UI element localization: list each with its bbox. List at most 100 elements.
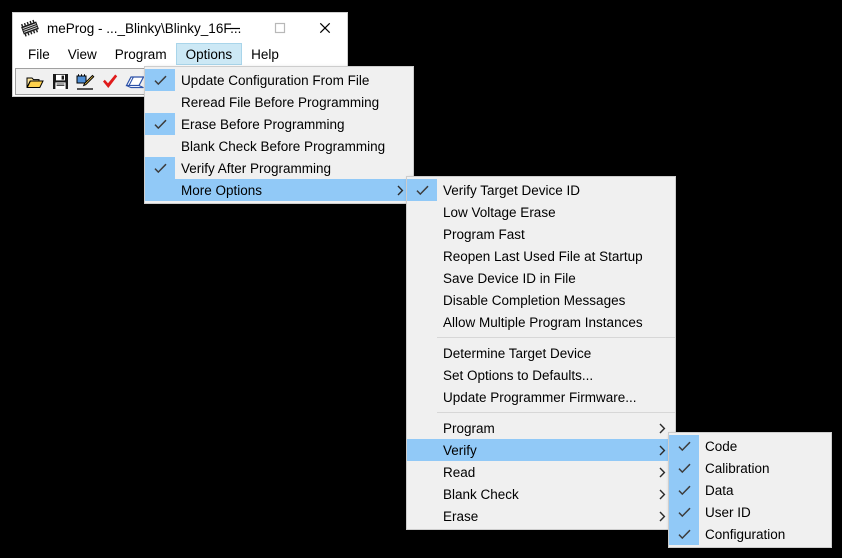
menubar-item-view[interactable]: View [59,43,106,65]
menu-item-verify-after-programming[interactable]: Verify After Programming [145,157,413,179]
menu-item-blank-check[interactable]: Blank Check [407,483,675,505]
menubar-item-program[interactable]: Program [106,43,176,65]
check-gutter [407,417,437,439]
read-device-icon [125,75,145,88]
chip-icon [21,19,39,37]
maximize-button[interactable] [257,13,302,43]
menu-item-label: Blank Check Before Programming [181,138,386,154]
check-gutter [407,311,437,333]
open-file-button[interactable] [24,71,46,93]
menu-item-read[interactable]: Read [407,461,675,483]
check-gutter [407,505,437,527]
options-dropdown-menu: Update Configuration From File Reread Fi… [144,66,414,204]
menu-item-label: Disable Completion Messages [443,292,626,308]
chevron-right-icon [397,179,404,201]
menu-item-update-programmer-firmware[interactable]: Update Programmer Firmware... [407,386,675,408]
save-file-icon [52,74,68,89]
menu-item-label: Update Configuration From File [181,72,370,88]
menu-item-label: Erase Before Programming [181,116,345,132]
close-icon [319,22,330,34]
minimize-button[interactable] [212,13,257,43]
minimize-icon [229,27,240,30]
save-file-button[interactable] [49,71,71,93]
menu-item-low-voltage-erase[interactable]: Low Voltage Erase [407,201,675,223]
menu-item-more-options[interactable]: More Options [145,179,413,201]
check-gutter [145,113,175,135]
check-gutter [407,245,437,267]
check-gutter [669,523,699,545]
menu-item-determine-target-device[interactable]: Determine Target Device [407,342,675,364]
window-controls [212,13,347,43]
menu-item-allow-multiple-program-instances[interactable]: Allow Multiple Program Instances [407,311,675,333]
check-gutter [669,457,699,479]
menu-item-label: Low Voltage Erase [443,204,556,220]
title-bar[interactable]: meProg - ..._Blinky\Blinky_16F... [13,13,347,43]
checkmark-icon [415,185,429,195]
menu-item-disable-completion-messages[interactable]: Disable Completion Messages [407,289,675,311]
checkmark-icon [677,463,691,473]
menu-item-update-configuration-from-file[interactable]: Update Configuration From File [145,69,413,91]
check-gutter [407,364,437,386]
menu-item-verify-configuration[interactable]: Configuration [669,523,831,545]
chevron-right-icon [659,505,666,527]
menu-bar: File View Program Options Help [13,43,347,65]
menu-item-reopen-last-used-file-at-startup[interactable]: Reopen Last Used File at Startup [407,245,675,267]
menu-item-label: Verify Target Device ID [443,182,581,198]
program-device-icon [76,73,94,90]
menubar-item-file[interactable]: File [19,43,59,65]
menu-item-erase[interactable]: Erase [407,505,675,527]
menu-item-verify-user-id[interactable]: User ID [669,501,831,523]
menu-item-label: Reopen Last Used File at Startup [443,248,643,264]
menu-item-blank-check-before-programming[interactable]: Blank Check Before Programming [145,135,413,157]
open-file-icon [26,77,44,88]
check-gutter [145,91,175,113]
checkmark-icon [677,507,691,517]
check-gutter [669,479,699,501]
check-gutter [407,483,437,505]
menubar-item-help[interactable]: Help [242,43,288,65]
menubar-item-options[interactable]: Options [175,43,243,65]
check-gutter [407,439,437,461]
menu-item-verify[interactable]: Verify [407,439,675,461]
menu-item-verify-target-device-id[interactable]: Verify Target Device ID [407,179,675,201]
check-gutter [407,386,437,408]
menu-item-label: Program [443,420,495,436]
menu-item-reread-file-before-programming[interactable]: Reread File Before Programming [145,91,413,113]
checkmark-icon [677,529,691,539]
more-options-submenu: Verify Target Device ID Low Voltage Eras… [406,176,676,530]
menu-item-label: Allow Multiple Program Instances [443,314,643,330]
check-gutter [407,267,437,289]
menu-separator [437,337,675,338]
close-button[interactable] [302,13,347,43]
check-gutter [407,201,437,223]
read-device-button[interactable] [124,71,146,93]
checkmark-icon [153,163,167,173]
menu-separator [437,412,675,413]
menu-item-label: User ID [705,504,751,520]
check-gutter [407,461,437,483]
menu-item-label: Verify After Programming [181,160,332,176]
program-device-button[interactable] [74,71,96,93]
menu-item-program[interactable]: Program [407,417,675,439]
menu-item-verify-code[interactable]: Code [669,435,831,457]
menu-item-label: Verify [443,442,477,458]
maximize-icon [274,22,285,34]
verify-button[interactable] [99,71,121,93]
menu-item-set-options-to-defaults[interactable]: Set Options to Defaults... [407,364,675,386]
menu-item-label: Configuration [705,526,786,542]
menu-item-program-fast[interactable]: Program Fast [407,223,675,245]
menu-item-label: Code [705,438,738,454]
checkmark-icon [677,441,691,451]
menu-item-verify-calibration[interactable]: Calibration [669,457,831,479]
menu-item-label: Set Options to Defaults... [443,367,594,383]
menu-item-save-device-id-in-file[interactable]: Save Device ID in File [407,267,675,289]
checkmark-icon [153,75,167,85]
menu-item-label: Erase [443,508,479,524]
menu-item-verify-data[interactable]: Data [669,479,831,501]
check-gutter [145,157,175,179]
menu-item-label: Reread File Before Programming [181,94,380,110]
chevron-right-icon [659,461,666,483]
menu-item-label: Read [443,464,476,480]
check-gutter [407,223,437,245]
menu-item-erase-before-programming[interactable]: Erase Before Programming [145,113,413,135]
